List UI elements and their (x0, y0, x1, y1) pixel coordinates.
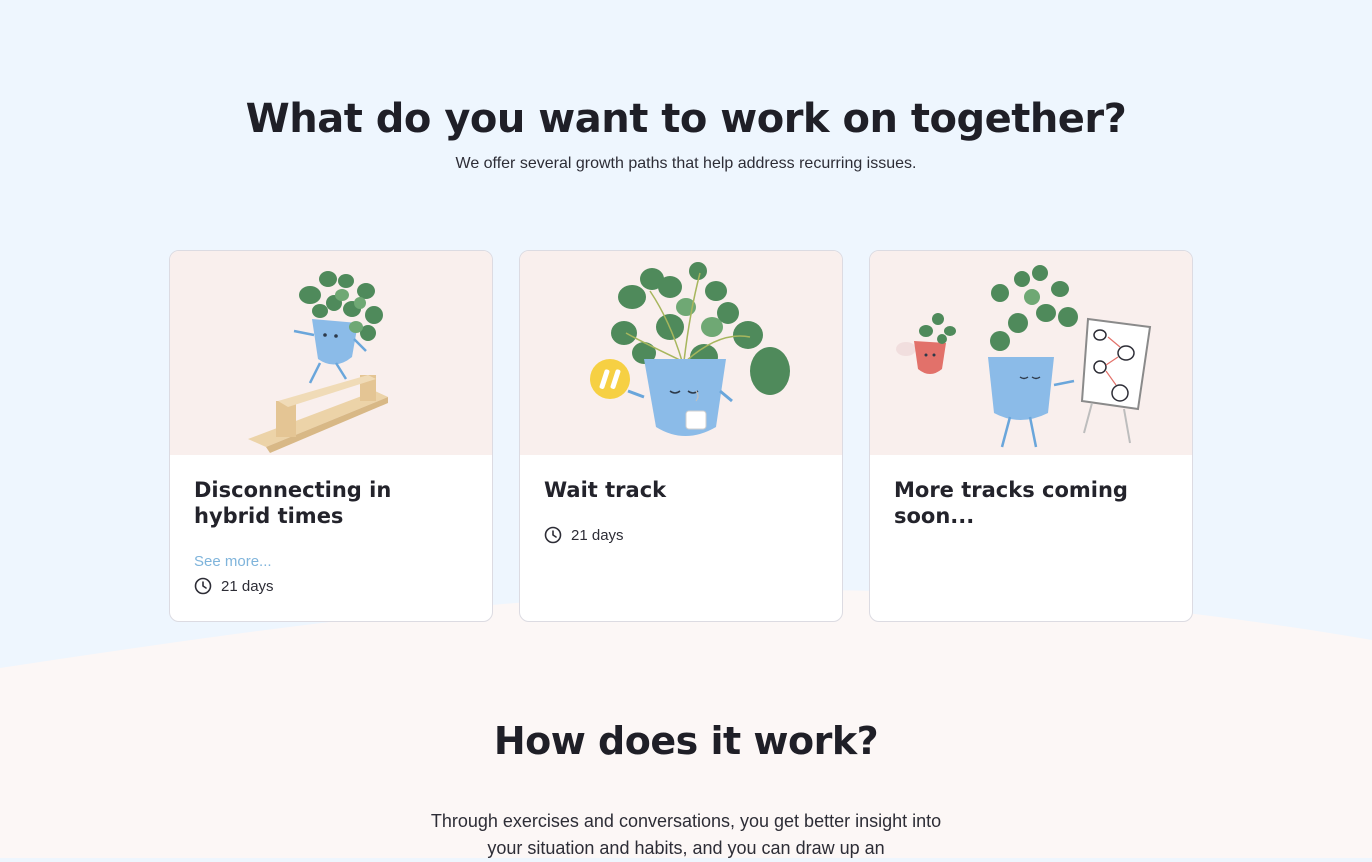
clock-icon (194, 577, 212, 595)
track-card-coming-soon[interactable]: More tracks coming soon... (869, 250, 1193, 622)
how-it-works-body: Through exercises and conversations, you… (430, 811, 942, 858)
plants-with-whiteboard-illustration (870, 251, 1192, 455)
plant-on-balance-beam-illustration (170, 251, 492, 455)
hero-title: What do you want to work on together? (245, 96, 1127, 142)
hero-subtitle: We offer several growth paths that help … (455, 155, 917, 172)
track-title: Disconnecting in hybrid times (194, 478, 392, 528)
clock-icon (544, 526, 562, 544)
track-card-wait[interactable]: Wait track 21 days (519, 250, 843, 622)
track-title: Wait track (544, 478, 667, 502)
duration-text: 21 days (571, 526, 624, 544)
track-duration: 21 days (194, 577, 274, 595)
duration-text: 21 days (221, 577, 274, 595)
track-title: More tracks coming soon... (894, 478, 1128, 528)
track-card-disconnecting[interactable]: Disconnecting in hybrid times See more..… (169, 250, 493, 622)
track-duration: 21 days (544, 526, 624, 544)
how-it-works-title: How does it work? (493, 719, 879, 763)
see-more-link[interactable]: See more... (194, 553, 272, 570)
plant-with-pause-coin-illustration (520, 251, 842, 455)
